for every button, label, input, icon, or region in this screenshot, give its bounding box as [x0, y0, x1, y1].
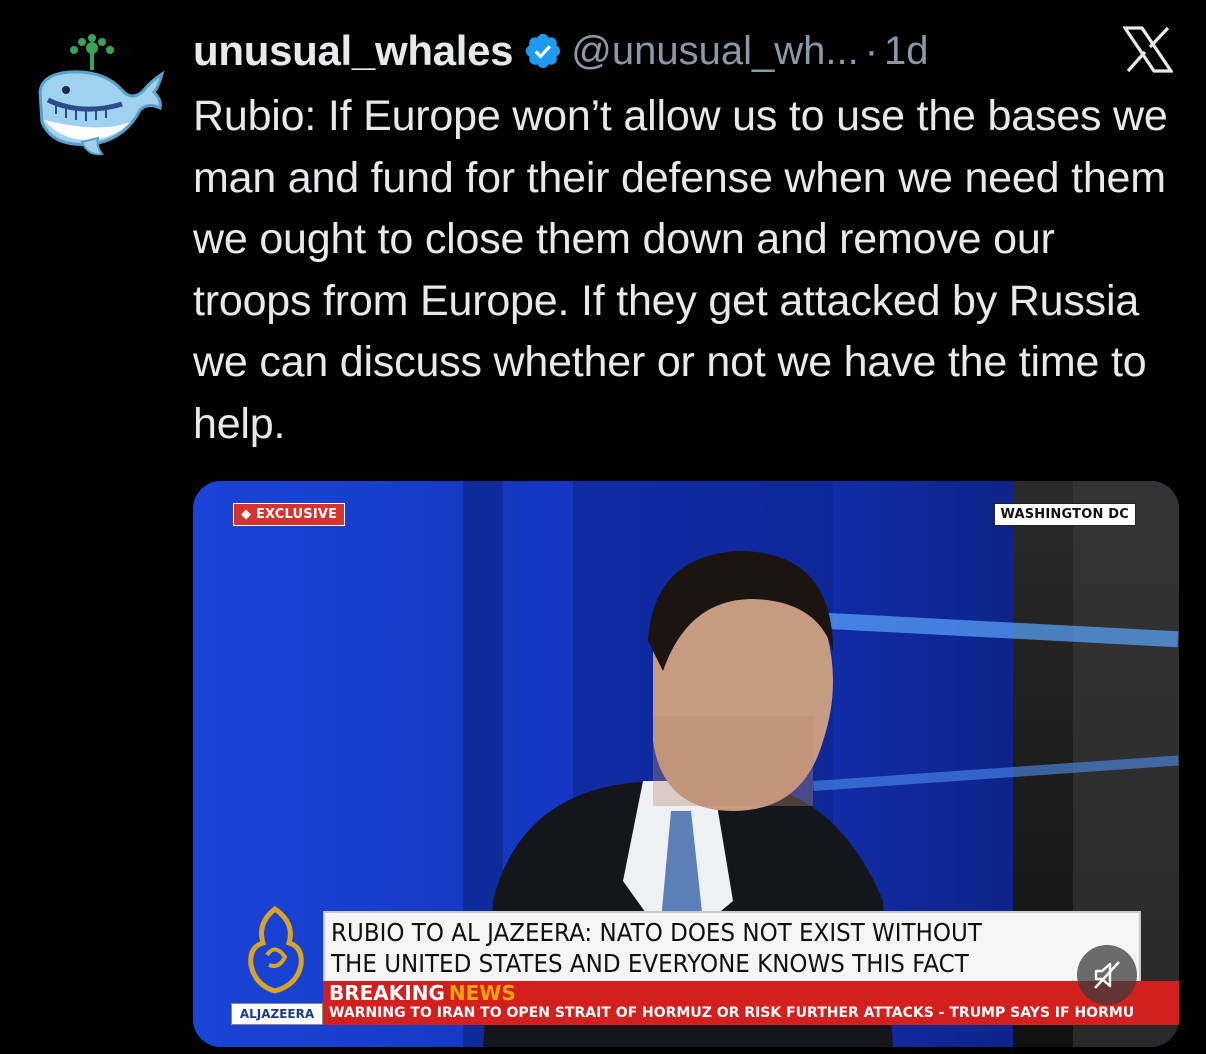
- breaking-label: BREAKING NEWS: [329, 981, 516, 1005]
- location-tag: WASHINGTON DC: [993, 503, 1136, 526]
- headline-line-1: RUBIO TO AL JAZEERA: NATO DOES NOT EXIST…: [331, 918, 982, 947]
- author-name[interactable]: unusual_whales: [193, 27, 514, 75]
- tweet-timestamp[interactable]: 1d: [884, 29, 929, 74]
- header-separator: ·: [864, 28, 879, 73]
- tweet-text: Rubio: If Europe won’t allow us to use t…: [193, 92, 1168, 448]
- author-avatar[interactable]: [22, 30, 167, 160]
- tweet-header: unusual_whales @unusual_wh... · 1d: [193, 26, 929, 76]
- headline-text: RUBIO TO AL JAZEERA: NATO DOES NOT EXIST…: [331, 917, 982, 979]
- al-jazeera-logo-icon: [248, 905, 304, 994]
- author-handle[interactable]: @unusual_wh...: [571, 29, 858, 74]
- mute-toggle-button[interactable]: [1077, 945, 1137, 1005]
- news-ticker: WARNING TO IRAN TO OPEN STRAIT OF HORMUZ…: [323, 1003, 1179, 1025]
- headline-line-2: THE UNITED STATES AND EVERYONE KNOWS THI…: [331, 949, 969, 978]
- exclusive-tag: ◆ EXCLUSIVE: [233, 503, 346, 526]
- whale-avatar-icon: [38, 34, 165, 156]
- video-player[interactable]: ◆ EXCLUSIVE WASHINGTON DC RUBIO TO AL JA…: [193, 481, 1179, 1047]
- headline-lower-third: RUBIO TO AL JAZEERA: NATO DOES NOT EXIST…: [323, 911, 1141, 985]
- channel-brand-label: ALJAZEERA: [231, 1003, 323, 1025]
- ticker-text: WARNING TO IRAN TO OPEN STRAIT OF HORMUZ…: [329, 1005, 1135, 1021]
- breaking-news-bar: BREAKING NEWS: [323, 981, 1179, 1005]
- muted-speaker-icon: [1094, 961, 1120, 989]
- x-logo-icon[interactable]: [1123, 26, 1173, 73]
- news-label: NEWS: [448, 981, 516, 1005]
- verified-badge-icon: [526, 33, 561, 69]
